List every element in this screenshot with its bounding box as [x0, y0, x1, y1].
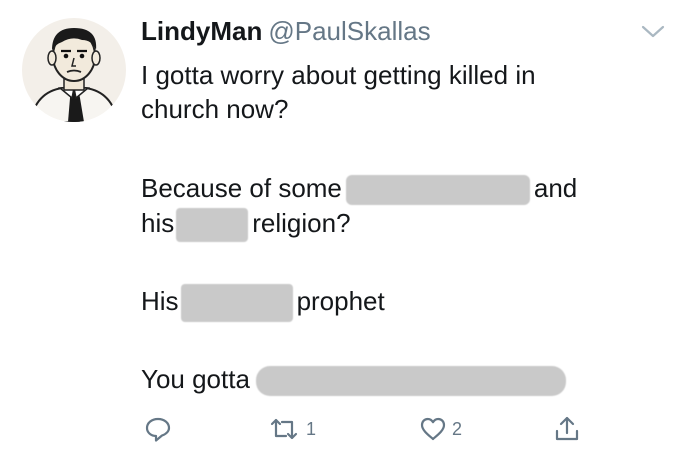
user-handle[interactable]: @PaulSkallas: [268, 16, 430, 46]
tweet-text-line: his religion?: [141, 206, 351, 243]
tweet-actions: 1 2: [0, 412, 687, 446]
text-segment: his: [141, 208, 175, 238]
text-segment: religion?: [252, 208, 351, 238]
tweet-card[interactable]: LindyMan @PaulSkallas I gotta worry about…: [0, 0, 687, 459]
reply-button[interactable]: [143, 412, 177, 446]
tweet-text-line: I gotta worry about getting killed in: [141, 60, 536, 90]
share-icon: [555, 416, 579, 441]
cartoon-man-avatar: [28, 28, 120, 122]
tweet-text-line: church now?: [141, 94, 289, 124]
retweet-icon: [270, 418, 298, 440]
share-button[interactable]: [552, 412, 582, 446]
text-segment: prophet: [296, 286, 385, 316]
reply-icon: [145, 417, 171, 442]
redaction-bar: [180, 284, 293, 323]
text-segment: Because of some: [141, 173, 342, 203]
avatar[interactable]: [22, 18, 126, 122]
redaction-bar: [176, 208, 249, 243]
redaction-bar: [345, 175, 530, 206]
display-name[interactable]: LindyMan: [141, 16, 262, 46]
retweet-count: 1: [306, 418, 317, 439]
like-count: 2: [452, 418, 463, 439]
like-button[interactable]: 2: [418, 412, 462, 446]
retweet-button[interactable]: 1: [266, 412, 316, 446]
text-segment: His: [141, 286, 179, 316]
tweet-text-line: You gotta: [141, 362, 566, 397]
tweet-text-line: Because of some and: [141, 171, 578, 206]
text-segment: You gotta: [141, 364, 250, 394]
chevron-down-icon[interactable]: [640, 22, 666, 42]
redaction-bar: [255, 366, 566, 397]
text-segment: and: [533, 173, 578, 203]
tweet-text-line: His prophet: [141, 284, 385, 323]
heart-icon: [420, 417, 446, 441]
tweet-header: LindyMan @PaulSkallas: [141, 15, 431, 47]
